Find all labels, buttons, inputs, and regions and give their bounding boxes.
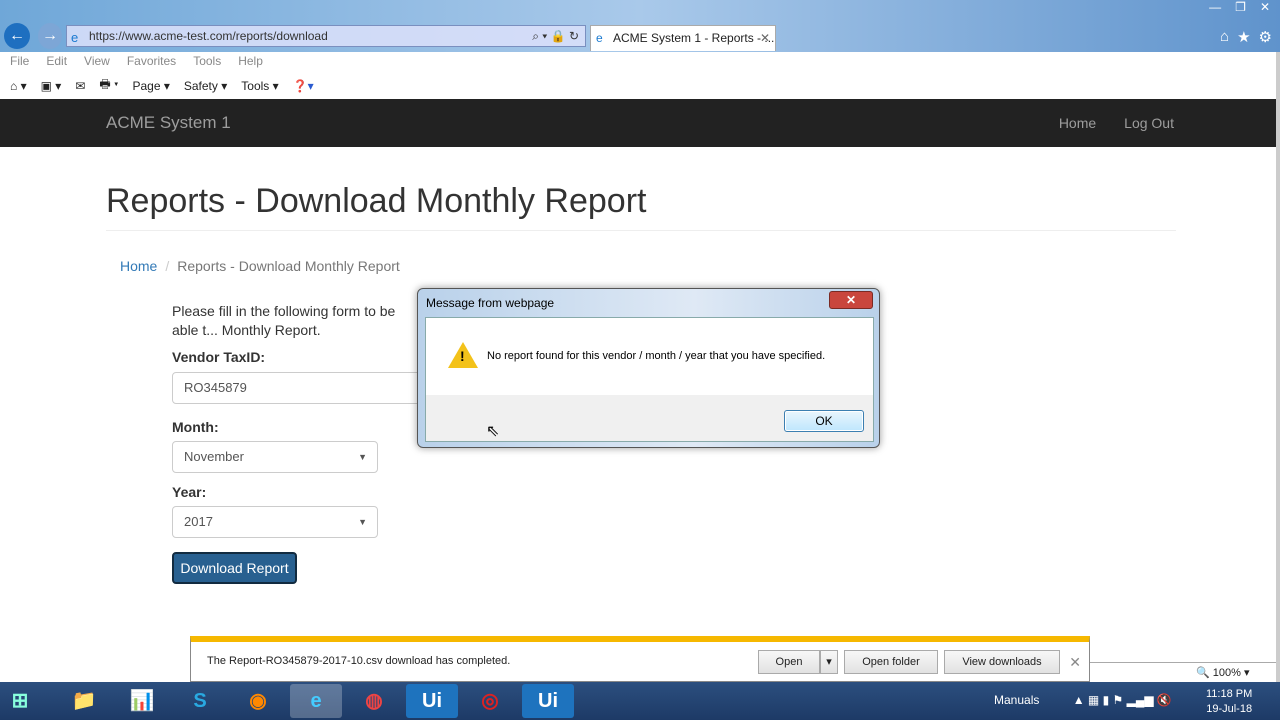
nav-home[interactable]: Home [1059,115,1096,131]
open-folder-button[interactable]: Open folder [844,650,938,674]
ie-icon: e [596,31,603,45]
intro-text: Please fill in the following form to be … [172,303,396,338]
close-icon[interactable]: ✕ [1069,654,1081,671]
forward-button[interactable]: → [38,23,62,49]
download-report-button[interactable]: Download Report [172,552,297,584]
mail-icon[interactable]: ✉ [75,79,85,93]
clock[interactable]: 11:18 PM 19-Jul-18 [1206,687,1252,717]
address-bar[interactable]: e https://www.acme-test.com/reports/downl… [66,25,586,47]
open-button[interactable]: Open [758,650,820,674]
search-lock-refresh-icons[interactable]: ⌕ ▾ 🔒 ↻ [532,26,579,46]
manuals-toolbar[interactable]: Manuals [994,693,1039,707]
caret-down-icon: ▼ [358,452,367,462]
help-icon[interactable]: ❓▾ [293,79,314,93]
chrome-icon[interactable]: ◍ [348,684,400,718]
start-button[interactable]: ⊞ [0,684,40,718]
feeds-icon[interactable]: ▣ ▾ [41,79,62,93]
tab-title: ACME System 1 - Reports - ... [613,31,775,45]
menu-favorites[interactable]: Favorites [127,52,176,72]
home-icon[interactable]: ⌂ ▾ [10,79,27,93]
caret-down-icon: ▼ [358,517,367,527]
internet-explorer-icon[interactable]: e [290,684,342,718]
page-menu[interactable]: Page ▾ [132,79,169,93]
taskbar: ⊞ 📁 📊 S ◉ e ◍ Ui ◎ Ui Manuals ▲ ▦ ▮ ⚑ ▂▄… [0,682,1280,720]
back-button[interactable]: ← [4,23,30,49]
tray-icons[interactable]: ▲ ▦ ▮ ⚑ ▂▄▆ 🔇 [1073,693,1172,707]
minimize-button[interactable]: — [1209,0,1221,14]
command-bar: ⌂ ▾ ▣ ▾ ✉ 🖶 ▾ Page ▾ Safety ▾ Tools ▾ ❓▾ [0,72,1280,99]
dialog-close-button[interactable]: ✕ [829,291,873,309]
month-label: Month: [172,419,219,435]
settings-gear-icon[interactable]: ⚙ [1259,28,1272,46]
open-dropdown-button[interactable]: ▾ [820,650,838,674]
site-navbar: ACME System 1 Home Log Out [0,99,1276,147]
home-icon[interactable]: ⌂ [1220,28,1229,46]
menu-view[interactable]: View [84,52,110,72]
target-icon[interactable]: ◎ [464,684,516,718]
firefox-icon[interactable]: ◉ [232,684,284,718]
breadcrumb-home[interactable]: Home [120,258,157,274]
page-title: Reports - Download Monthly Report [106,182,647,220]
uipath-icon[interactable]: Ui [406,684,458,718]
breadcrumb: Home / Reports - Download Monthly Report [120,258,400,274]
favorites-star-icon[interactable]: ★ [1237,28,1250,46]
month-select[interactable]: November ▼ [172,441,378,473]
year-select[interactable]: 2017 ▼ [172,506,378,538]
warning-icon: ! [448,342,478,368]
restore-button[interactable]: ❐ [1235,0,1246,14]
vendor-label: Vendor TaxID: [172,349,266,365]
dialog-message: No report found for this vendor / month … [487,350,826,362]
url-text: https://www.acme-test.com/reports/downlo… [89,29,328,43]
download-message: The Report-RO345879-2017-10.csv download… [207,655,511,667]
tab-close-icon[interactable]: ✕ [760,26,770,50]
vendor-taxid-input[interactable]: RO345879 [172,372,422,404]
explorer-icon[interactable]: 📁 [58,684,110,718]
app-icon[interactable]: 📊 [116,684,168,718]
scrollbar[interactable] [1276,52,1280,682]
print-icon[interactable]: 🖶 ▾ [99,75,118,96]
menu-file[interactable]: File [10,52,29,72]
divider [106,230,1176,231]
menu-tools[interactable]: Tools [193,52,221,72]
menu-edit[interactable]: Edit [46,52,67,72]
close-window-button[interactable]: ✕ [1260,0,1270,14]
tools-menu[interactable]: Tools ▾ [241,79,278,93]
ie-icon: e [71,30,79,45]
view-downloads-button[interactable]: View downloads [944,650,1060,674]
brand[interactable]: ACME System 1 [106,113,231,133]
browser-tab[interactable]: e ACME System 1 - Reports - ... ✕ [590,25,776,51]
dialog-title: Message from webpage [426,296,555,310]
mouse-cursor-icon: ⇖ [486,423,500,440]
menu-bar: File Edit View Favorites Tools Help [0,52,1280,72]
safety-menu[interactable]: Safety ▾ [184,79,227,93]
download-notification-bar: The Report-RO345879-2017-10.csv download… [190,636,1090,682]
zoom-indicator[interactable]: 🔍 100% ▾ [1090,662,1276,682]
breadcrumb-current: Reports - Download Monthly Report [177,258,400,274]
uipath-robot-icon[interactable]: Ui [522,684,574,718]
menu-help[interactable]: Help [238,52,263,72]
browser-chrome: ← → e https://www.acme-test.com/reports/d… [0,0,1280,52]
year-label: Year: [172,484,207,500]
nav-logout[interactable]: Log Out [1124,115,1174,131]
skype-icon[interactable]: S [174,684,226,718]
ok-button[interactable]: OK [784,410,864,432]
